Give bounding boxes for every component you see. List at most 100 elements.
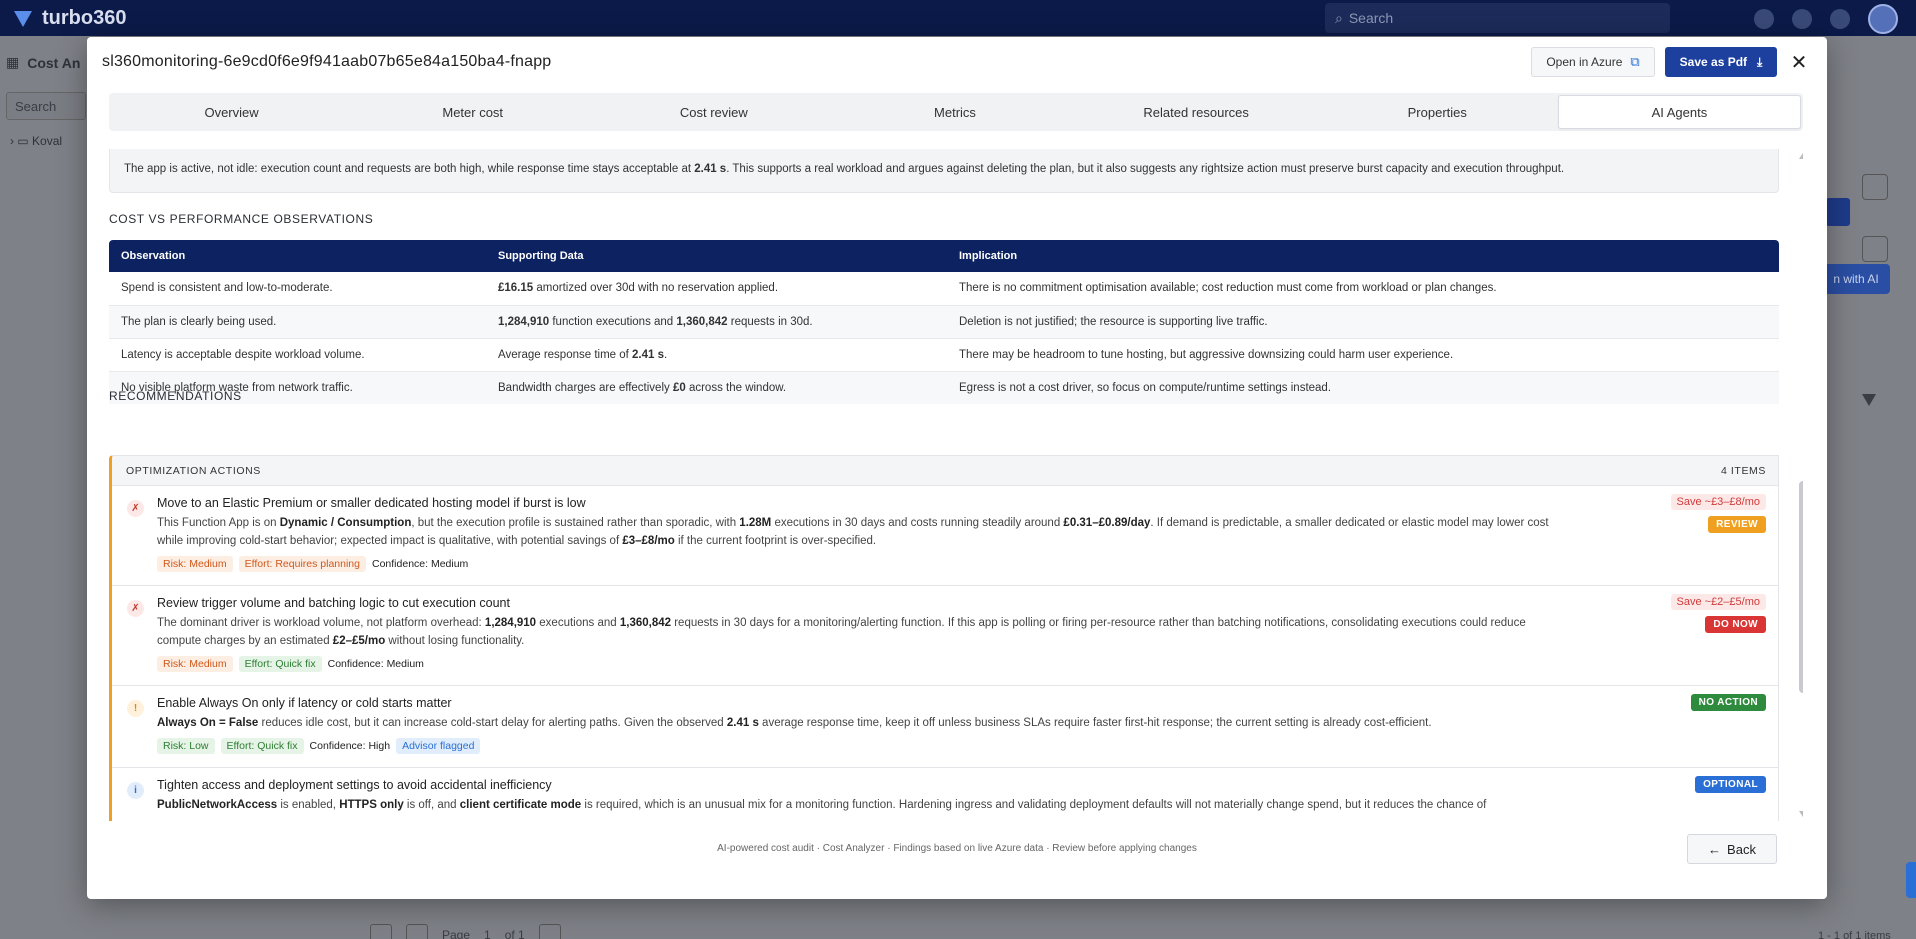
bg-pager-prev[interactable] [406, 924, 428, 939]
desc-text: is enabled, [277, 799, 340, 811]
bg-title-text: Cost An [27, 54, 81, 71]
recommendation-desc: The dominant driver is workload volume, … [157, 614, 1567, 650]
desc-bold: HTTPS only [339, 799, 404, 811]
activity-callout: The app is active, not idle: execution c… [109, 149, 1779, 193]
global-search-input[interactable]: ⌕ Search [1325, 3, 1670, 33]
observations-heading: COST VS PERFORMANCE OBSERVATIONS [109, 212, 374, 226]
col-implication: Implication [947, 240, 1779, 272]
savings-badge: Save ~£2–£5/mo [1670, 594, 1766, 610]
filter-icon[interactable] [1862, 394, 1876, 408]
recommendation-desc: PublicNetworkAccess is enabled, HTTPS on… [157, 796, 1567, 814]
bg-tree-item[interactable]: › ▭ Koval [10, 134, 62, 148]
bg-search-input[interactable]: Search [6, 92, 86, 120]
desc-bold: 1,284,910 [484, 617, 537, 629]
content-scrollbar[interactable] [1799, 153, 1803, 817]
scroll-up-arrow-icon[interactable] [1799, 153, 1803, 159]
status-badge: DO NOW [1705, 616, 1766, 633]
cell-data-bold: £16.15 [498, 282, 534, 295]
search-icon: ⌕ [1335, 9, 1343, 26]
bg-collapse-button[interactable] [1862, 174, 1888, 200]
recommendation-item[interactable]: i Tighten access and deployment settings… [112, 768, 1778, 821]
bg-side-tab[interactable] [1906, 862, 1916, 898]
desc-bold: PublicNetworkAccess [157, 799, 278, 811]
recommendation-tags: Risk: Medium Effort: Requires planning C… [157, 556, 1766, 572]
callout-text-bold: 2.41 s [694, 163, 727, 175]
close-button[interactable]: ✕ [1787, 49, 1811, 75]
top-icons [1754, 4, 1898, 34]
scroll-down-arrow-icon[interactable] [1799, 811, 1803, 817]
bg-pager-first[interactable] [370, 924, 392, 939]
tab-cost-review[interactable]: Cost review [593, 95, 834, 129]
desc-bold: £0.31–£0.89/day [1063, 517, 1151, 529]
cell-data: Bandwidth charges are effectively £0 acr… [486, 371, 947, 404]
bell-icon[interactable] [1792, 9, 1812, 29]
megaphone-icon[interactable] [1754, 9, 1774, 29]
cell-data-text: across the window. [685, 381, 787, 394]
cell-implication: Deletion is not justified; the resource … [947, 305, 1779, 339]
turbo360-logo-icon [12, 7, 34, 29]
desc-text: The dominant driver is workload volume, … [157, 617, 485, 629]
bg-page-num[interactable]: 1 [484, 928, 491, 939]
cell-data: £16.15 amortized over 30d with no reserv… [486, 272, 947, 306]
cell-data-bold: 2.41 s [632, 348, 665, 361]
bg-dropdown-button[interactable] [1826, 198, 1850, 226]
col-supporting-data: Supporting Data [486, 240, 947, 272]
avatar[interactable] [1868, 4, 1898, 34]
confidence-label: Confidence: Medium [327, 658, 424, 670]
items-count: 4 ITEMS [1720, 464, 1766, 477]
footer-note: AI-powered cost audit · Cost Analyzer · … [717, 843, 1197, 854]
search-placeholder: Search [1348, 10, 1394, 26]
tab-meter-cost[interactable]: Meter cost [352, 95, 593, 129]
tab-overview[interactable]: Overview [111, 95, 352, 129]
open-in-azure-button[interactable]: Open in Azure ⧉ [1531, 47, 1655, 77]
table-row: Latency is acceptable despite workload v… [109, 338, 1779, 372]
effort-badge: Effort: Quick fix [220, 738, 304, 754]
tab-related-resources[interactable]: Related resources [1076, 95, 1317, 129]
recommendation-item[interactable]: ! Enable Always On only if latency or co… [112, 686, 1778, 768]
bg-pager-next[interactable] [538, 924, 561, 939]
status-badge: NO ACTION [1690, 694, 1766, 711]
tab-metrics[interactable]: Metrics [834, 95, 1075, 129]
arrow-left-icon: ← [1708, 841, 1722, 857]
gear-icon[interactable] [1830, 9, 1850, 29]
save-as-pdf-button[interactable]: Save as Pdf ⤓ [1665, 47, 1777, 77]
open-in-azure-label: Open in Azure [1546, 55, 1623, 69]
desc-bold: 2.41 s [726, 717, 759, 729]
download-icon: ⤓ [1757, 54, 1763, 69]
recommendation-tags: Risk: Low Effort: Quick fix Confidence: … [157, 738, 1766, 754]
recommendation-title: Tighten access and deployment settings t… [157, 778, 552, 792]
cell-data: Average response time of 2.41 s. [486, 338, 947, 372]
cell-data-text: Bandwidth charges are effectively [498, 381, 673, 394]
recommendation-item[interactable]: ✗ Move to an Elastic Premium or smaller … [112, 486, 1778, 586]
cell-implication: There may be headroom to tune hosting, b… [947, 338, 1779, 372]
confidence-label: Confidence: Medium [372, 558, 469, 570]
tab-properties[interactable]: Properties [1317, 95, 1558, 129]
cell-data-text: . [664, 348, 668, 361]
desc-bold: client certificate mode [459, 799, 582, 811]
cell-data-bold: 1,360,842 [676, 315, 728, 328]
bg-page-of: of 1 [504, 928, 525, 939]
tab-ai-agents[interactable]: AI Agents [1557, 95, 1801, 129]
table-row: The plan is clearly being used. 1,284,91… [109, 305, 1779, 339]
callout-text-post: . This supports a real workload and argu… [726, 163, 1565, 175]
back-label: Back [1727, 841, 1756, 857]
table-row: Spend is consistent and low-to-moderate.… [109, 272, 1779, 306]
cost-analyzer-icon: ▦ [6, 54, 20, 70]
desc-text: executions in 30 days and costs running … [771, 517, 1064, 529]
callout-text-pre: The app is active, not idle: execution c… [124, 163, 695, 175]
brand-name: turbo360 [42, 6, 127, 29]
recommendation-item[interactable]: ✗ Review trigger volume and batching log… [112, 586, 1778, 686]
desc-text: , but the execution profile is sustained… [411, 517, 740, 529]
panel-title: OPTIMIZATION ACTIONS [126, 464, 261, 477]
cell-observation: The plan is clearly being used. [109, 305, 486, 339]
bg-pager: Page 1 of 1 [370, 924, 561, 939]
brand-logo[interactable]: turbo360 [12, 7, 126, 30]
bg-ai-button[interactable]: n with AI [1822, 264, 1890, 294]
effort-badge: Effort: Quick fix [238, 656, 322, 672]
desc-text: executions and [536, 617, 620, 629]
scroll-thumb[interactable] [1799, 481, 1803, 693]
item-badges: Save ~£2–£5/mo DO NOW [1670, 594, 1766, 633]
info-icon: i [127, 782, 144, 799]
back-button[interactable]: ← Back [1687, 834, 1777, 864]
bg-export-button[interactable] [1862, 236, 1888, 262]
